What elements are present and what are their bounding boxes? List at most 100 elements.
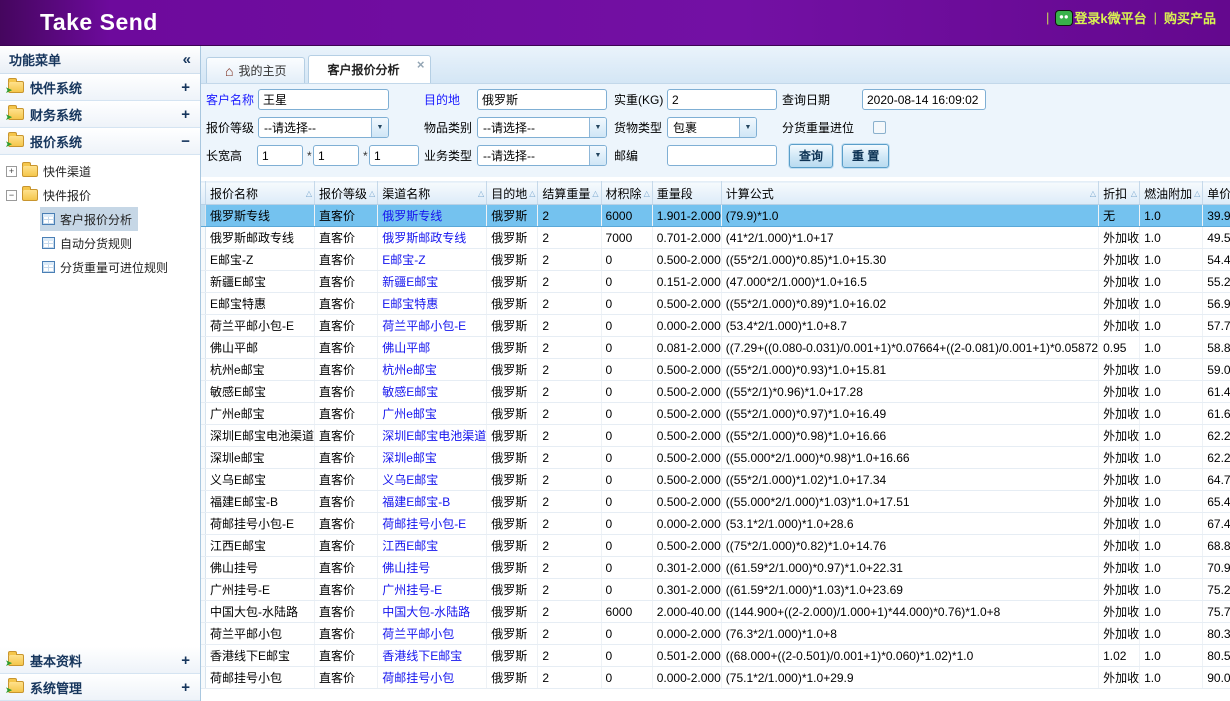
cell-channel[interactable]: 江西E邮宝 [378, 535, 487, 557]
column-header-报价等级[interactable]: 报价等级△ [315, 182, 378, 205]
cell-channel[interactable]: 中国大包-水陆路 [378, 601, 487, 623]
expand-toggle-icon[interactable]: + [181, 106, 190, 123]
cell-grade: 直客价 [315, 491, 378, 513]
cell-range: 0.000-2.000 [652, 315, 721, 337]
zipcode-input[interactable] [667, 145, 777, 166]
table-row[interactable]: E邮宝特惠直客价E邮宝特惠俄罗斯200.500-2.000((55*2/1.00… [201, 293, 1230, 315]
cell-price: 64.77 [1203, 469, 1230, 491]
table-row[interactable]: 新疆E邮宝直客价新疆E邮宝俄罗斯200.151-2.000(47.000*2/1… [201, 271, 1230, 293]
search-button[interactable]: 查询 [789, 144, 833, 168]
tab-客户报价分析[interactable]: 客户报价分析× [308, 55, 430, 83]
column-header-单价[interactable]: 单价 [1203, 182, 1230, 205]
table-row[interactable]: 荷兰平邮小包-E直客价荷兰平邮小包-E俄罗斯200.000-2.000(53.4… [201, 315, 1230, 337]
item-category-select[interactable]: --请选择--▼ [477, 117, 607, 138]
cell-channel[interactable]: E邮宝特惠 [378, 293, 487, 315]
column-header-结算重量[interactable]: 结算重量△ [538, 182, 601, 205]
table-row[interactable]: 江西E邮宝直客价江西E邮宝俄罗斯200.500-2.000((75*2/1.00… [201, 535, 1230, 557]
cell-channel[interactable]: E邮宝-Z [378, 249, 487, 271]
cell-channel[interactable]: 广州e邮宝 [378, 403, 487, 425]
table-row[interactable]: 义乌E邮宝直客价义乌E邮宝俄罗斯200.500-2.000((55*2/1.00… [201, 469, 1230, 491]
cell-formula: ((55*2/1.000)*0.97)*1.0+16.49 [721, 403, 1098, 425]
table-row[interactable]: 香港线下E邮宝直客价香港线下E邮宝俄罗斯200.501-2.000((68.00… [201, 645, 1230, 667]
actual-weight-input[interactable] [667, 89, 777, 110]
column-header-折扣[interactable]: 折扣△ [1099, 182, 1140, 205]
width-input[interactable] [313, 145, 359, 166]
cell-channel[interactable]: 深圳e邮宝 [378, 447, 487, 469]
cell-channel[interactable]: 香港线下E邮宝 [378, 645, 487, 667]
table-row[interactable]: 佛山挂号直客价佛山挂号俄罗斯200.301-2.000((61.59*2/1.0… [201, 557, 1230, 579]
table-row[interactable]: 深圳E邮宝电池渠道直客价深圳E邮宝电池渠道俄罗斯200.500-2.000((5… [201, 425, 1230, 447]
destination-input[interactable] [477, 89, 607, 110]
sidebar-item-自动分货规则[interactable]: 自动分货规则 [40, 231, 138, 255]
table-row[interactable]: 俄罗斯邮政专线直客价俄罗斯邮政专线俄罗斯270000.701-2.000(41*… [201, 227, 1230, 249]
cargo-type-select[interactable]: 包裹▼ [667, 117, 757, 138]
buy-product-link[interactable]: 购买产品 [1164, 8, 1216, 27]
cell-channel[interactable]: 荷兰平邮小包-E [378, 315, 487, 337]
expand-toggle-icon[interactable]: + [181, 79, 190, 96]
cell-channel[interactable]: 佛山平邮 [378, 337, 487, 359]
length-input[interactable] [257, 145, 303, 166]
expand-toggle-icon[interactable]: − [181, 133, 190, 150]
sidebar-section-快件系统[interactable]: ➤快件系统+ [0, 74, 200, 101]
column-header-渠道名称[interactable]: 渠道名称△ [378, 182, 487, 205]
table-row[interactable]: 荷邮挂号小包直客价荷邮挂号小包俄罗斯200.000-2.000(75.1*2/1… [201, 667, 1230, 689]
sidebar-collapse-icon[interactable]: « [183, 51, 191, 68]
table-row[interactable]: 深圳e邮宝直客价深圳e邮宝俄罗斯200.500-2.000((55.000*2/… [201, 447, 1230, 469]
cell-channel[interactable]: 荷邮挂号小包-E [378, 513, 487, 535]
reset-button[interactable]: 重 置 [842, 144, 889, 168]
cell-channel[interactable]: 义乌E邮宝 [378, 469, 487, 491]
cell-channel[interactable]: 杭州e邮宝 [378, 359, 487, 381]
query-date-input[interactable] [862, 89, 986, 110]
cell-channel[interactable]: 深圳E邮宝电池渠道 [378, 425, 487, 447]
table-row[interactable]: 荷兰平邮小包直客价荷兰平邮小包俄罗斯200.000-2.000(76.3*2/1… [201, 623, 1230, 645]
close-icon[interactable]: × [417, 57, 425, 72]
split-weight-carry-checkbox[interactable] [873, 121, 886, 134]
sidebar-section-报价系统[interactable]: ➤报价系统− [0, 128, 200, 155]
table-row[interactable]: 敏感E邮宝直客价敏感E邮宝俄罗斯200.500-2.000((55*2/1)*0… [201, 381, 1230, 403]
sidebar-tree: +快件渠道−快件报价客户报价分析自动分货规则分货重量可进位规则 [0, 155, 200, 285]
expand-toggle-icon[interactable]: + [181, 679, 190, 696]
cell-channel[interactable]: 佛山挂号 [378, 557, 487, 579]
cell-channel[interactable]: 俄罗斯专线 [378, 205, 487, 227]
login-kwei-link[interactable]: 登录k微平台 [1056, 8, 1146, 27]
cell-channel[interactable]: 敏感E邮宝 [378, 381, 487, 403]
cell-dest: 俄罗斯 [487, 293, 538, 315]
customer-name-input[interactable] [258, 89, 389, 110]
sidebar-item-客户报价分析[interactable]: 客户报价分析 [40, 207, 138, 231]
column-header-计算公式[interactable]: 计算公式△ [721, 182, 1098, 205]
cell-channel[interactable]: 新疆E邮宝 [378, 271, 487, 293]
height-input[interactable] [369, 145, 419, 166]
quote-level-select[interactable]: --请选择--▼ [258, 117, 389, 138]
table-row[interactable]: 杭州e邮宝直客价杭州e邮宝俄罗斯200.500-2.000((55*2/1.00… [201, 359, 1230, 381]
table-row[interactable]: 俄罗斯专线直客价俄罗斯专线俄罗斯260001.901-2.000(79.9)*1… [201, 205, 1230, 227]
tab-我的主页[interactable]: ⌂我的主页 [206, 57, 305, 83]
tree-expander-icon[interactable]: − [6, 190, 17, 201]
table-row[interactable]: 广州e邮宝直客价广州e邮宝俄罗斯200.500-2.000((55*2/1.00… [201, 403, 1230, 425]
cell-channel[interactable]: 荷邮挂号小包 [378, 667, 487, 689]
table-row[interactable]: 中国大包-水陆路直客价中国大包-水陆路俄罗斯260002.000-40.00((… [201, 601, 1230, 623]
column-header-燃油附加[interactable]: 燃油附加△ [1140, 182, 1203, 205]
sidebar-section-基本资料[interactable]: ➤基本资料+ [0, 647, 200, 674]
cell-channel[interactable]: 福建E邮宝-B [378, 491, 487, 513]
cell-channel[interactable]: 俄罗斯邮政专线 [378, 227, 487, 249]
tree-expander-icon[interactable]: + [6, 166, 17, 177]
table-row[interactable]: 福建E邮宝-B直客价福建E邮宝-B俄罗斯200.500-2.000((55.00… [201, 491, 1230, 513]
column-header-重量段[interactable]: 重量段 [652, 182, 721, 205]
table-row[interactable]: 佛山平邮直客价佛山平邮俄罗斯200.081-2.000((7.29+((0.08… [201, 337, 1230, 359]
tree-node-快件报价[interactable]: −快件报价 [6, 183, 200, 207]
business-type-select[interactable]: --请选择--▼ [477, 145, 607, 166]
cell-channel[interactable]: 广州挂号-E [378, 579, 487, 601]
sidebar-section-系统管理[interactable]: ➤系统管理+ [0, 674, 200, 701]
cell-channel[interactable]: 荷兰平邮小包 [378, 623, 487, 645]
table-row[interactable]: 广州挂号-E直客价广州挂号-E俄罗斯200.301-2.000((61.59*2… [201, 579, 1230, 601]
chevron-down-icon: ▼ [371, 118, 388, 137]
sidebar-section-财务系统[interactable]: ➤财务系统+ [0, 101, 200, 128]
expand-toggle-icon[interactable]: + [181, 652, 190, 669]
tree-node-快件渠道[interactable]: +快件渠道 [6, 159, 200, 183]
column-header-报价名称[interactable]: 报价名称△ [206, 182, 315, 205]
sidebar-item-分货重量可进位规则[interactable]: 分货重量可进位规则 [40, 255, 174, 279]
column-header-目的地[interactable]: 目的地△ [487, 182, 538, 205]
column-header-材积除[interactable]: 材积除△ [601, 182, 652, 205]
table-row[interactable]: E邮宝-Z直客价E邮宝-Z俄罗斯200.500-2.000((55*2/1.00… [201, 249, 1230, 271]
table-row[interactable]: 荷邮挂号小包-E直客价荷邮挂号小包-E俄罗斯200.000-2.000(53.1… [201, 513, 1230, 535]
